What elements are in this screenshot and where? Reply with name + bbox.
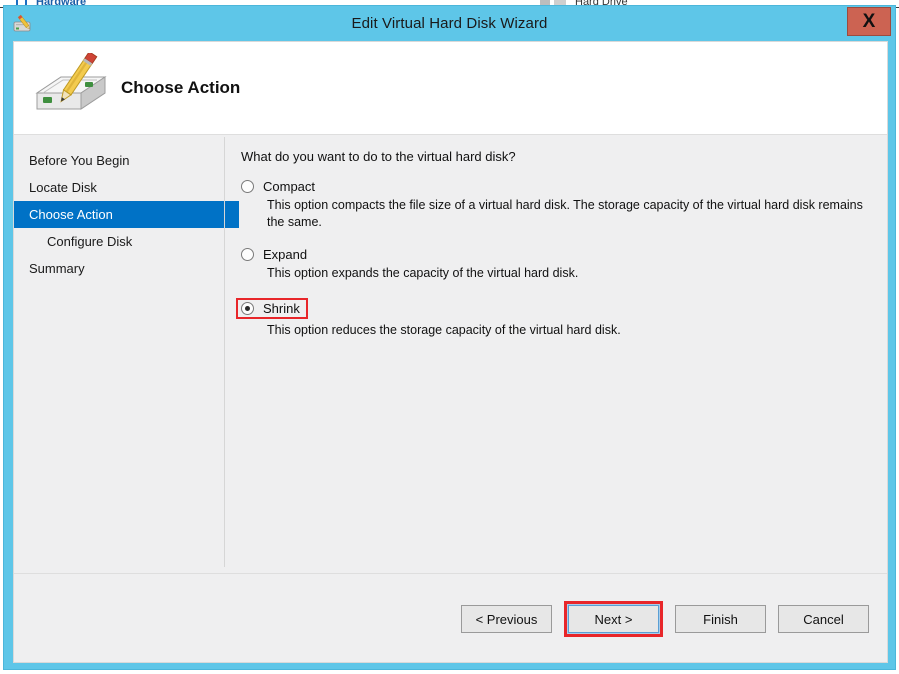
cancel-button-wrapper: Cancel: [778, 605, 869, 633]
window-title: Edit Virtual Hard Disk Wizard: [351, 15, 548, 32]
cancel-button[interactable]: Cancel: [778, 605, 869, 633]
previous-button[interactable]: < Previous: [461, 605, 552, 633]
radio-shrink[interactable]: [241, 301, 254, 315]
option-description-shrink: This option reduces the storage capacity…: [267, 322, 621, 337]
option-row-compact[interactable]: Compact: [241, 179, 871, 194]
option-label-expand: Expand: [263, 246, 308, 262]
radio-compact[interactable]: [241, 180, 254, 193]
content-question: What do you want to do to the virtual ha…: [241, 149, 516, 164]
sidebar-item-summary[interactable]: Summary: [14, 255, 224, 282]
sidebar-item-configure-disk[interactable]: Configure Disk: [14, 228, 224, 255]
title-bar: Edit Virtual Hard Disk Wizard X: [4, 6, 895, 41]
hard-disk-with-pencil-icon: [27, 51, 115, 123]
content-pane: What do you want to do to the virtual ha…: [225, 135, 887, 573]
close-button[interactable]: X: [847, 7, 891, 36]
wizard-window-icon: [13, 13, 35, 35]
sidebar-item-choose-action[interactable]: Choose Action: [14, 201, 239, 228]
next-button-wrapper: Next >: [564, 601, 663, 637]
page-title: Choose Action: [121, 78, 241, 97]
wizard-button-row: < Previous Next > Finish Cancel: [461, 601, 869, 637]
option-row-shrink[interactable]: Shrink: [236, 297, 308, 319]
radio-expand[interactable]: [241, 247, 254, 261]
sidebar-item-locate-disk[interactable]: Locate Disk: [14, 174, 224, 201]
edit-virtual-hard-disk-wizard-window: Edit Virtual Hard Disk Wizard X Choose A…: [3, 5, 896, 670]
option-description-expand: This option expands the capacity of the …: [267, 265, 579, 280]
wizard-client-area: Choose Action Before You Begin Locate Di…: [13, 41, 888, 663]
finish-button[interactable]: Finish: [675, 605, 766, 633]
wizard-header-banner: Choose Action: [14, 42, 887, 135]
wizard-body: Before You Begin Locate Disk Choose Acti…: [14, 135, 887, 573]
option-label-shrink: Shrink: [263, 300, 300, 316]
option-description-compact: This option compacts the file size of a …: [267, 198, 863, 229]
wizard-footer: < Previous Next > Finish Cancel: [14, 573, 887, 662]
sidebar-item-before-you-begin[interactable]: Before You Begin: [14, 147, 224, 174]
option-row-expand[interactable]: Expand: [241, 247, 871, 262]
option-label-compact: Compact: [263, 179, 316, 194]
finish-button-wrapper: Finish: [675, 605, 766, 633]
previous-button-wrapper: < Previous: [461, 605, 552, 633]
next-button[interactable]: Next >: [567, 604, 660, 634]
wizard-step-navigation: Before You Begin Locate Disk Choose Acti…: [14, 135, 239, 573]
